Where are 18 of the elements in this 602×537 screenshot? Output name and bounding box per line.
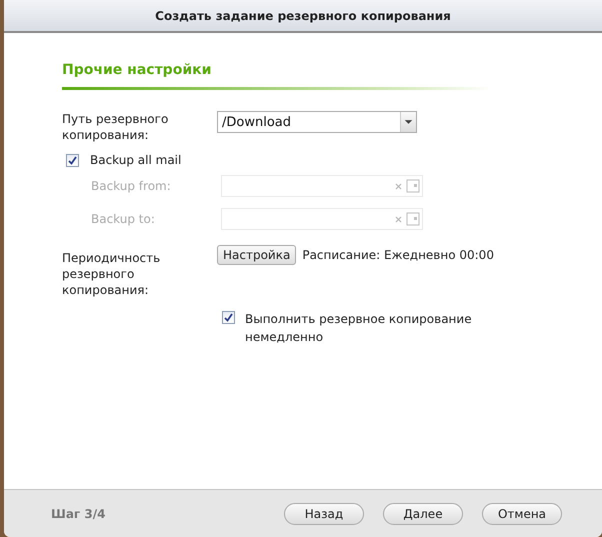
field-label: Периодичность резервного копирования: <box>62 250 162 298</box>
checkbox[interactable] <box>222 311 235 324</box>
footer-button[interactable]: Далее <box>383 502 463 524</box>
field-label: Путь резервного копирования: <box>62 111 170 143</box>
checkbox-label: Выполнить резервное копирование немедленно <box>245 311 473 346</box>
checkbox-label: Backup all mail <box>90 152 182 168</box>
checkbox[interactable] <box>66 154 79 166</box>
path-dropdown[interactable]: /Download <box>217 111 417 133</box>
field-label: Backup to: <box>91 211 156 227</box>
footer-button[interactable]: Назад <box>284 502 364 524</box>
step-indicator: Шаг 3/4 <box>51 506 106 520</box>
caret-icon <box>400 112 416 132</box>
field-label: Backup from: <box>91 178 172 194</box>
settings-button[interactable]: Настройка <box>217 245 296 265</box>
window-title: Создать задание резервного копирования <box>155 8 451 22</box>
section-title: Прочие настройки <box>62 62 212 78</box>
footer-button[interactable]: Отмена <box>482 502 562 524</box>
schedule-text: Расписание: Ежедневно 00:00 <box>302 247 494 263</box>
